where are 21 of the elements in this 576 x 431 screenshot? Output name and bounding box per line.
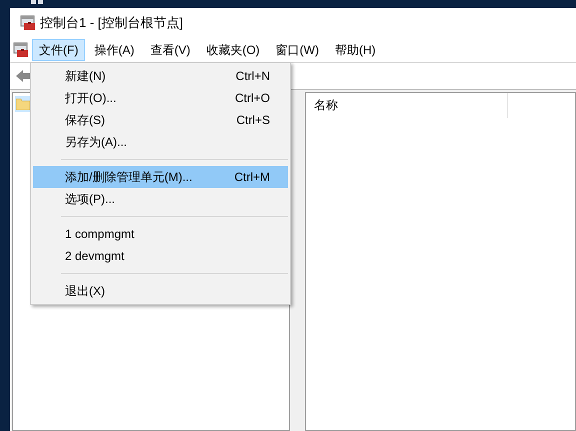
menu-item[interactable]: 另存为(A)... [33, 131, 288, 153]
menu-item[interactable]: 选项(P)... [33, 188, 288, 210]
column-header[interactable]: 名称 [306, 93, 508, 118]
menu-item[interactable]: 添加/删除管理单元(M)... Ctrl+M [33, 166, 288, 188]
back-arrow-icon[interactable] [15, 69, 31, 83]
menu-bar-item[interactable]: 帮助(H) [328, 39, 383, 61]
menu-item[interactable]: 1 compmgmt [33, 223, 288, 245]
menu-bar-item[interactable]: 查看(V) [143, 39, 198, 61]
toolbox-icon [20, 15, 36, 31]
window-title: 控制台1 - [控制台根节点] [40, 14, 184, 32]
menu-bar-item[interactable]: 窗口(W) [268, 39, 326, 61]
menu-item[interactable]: 新建(N) Ctrl+N [33, 65, 288, 87]
toolbox-icon[interactable] [13, 42, 29, 58]
menu-item[interactable]: 退出(X) [33, 280, 288, 302]
menu-item[interactable]: 打开(O)... Ctrl+O [33, 87, 288, 109]
menu-bar-item[interactable]: 操作(A) [87, 39, 142, 61]
desktop-icon[interactable] [30, 0, 44, 5]
menu-item[interactable]: 2 devmgmt [33, 245, 288, 267]
menu-item[interactable]: 保存(S) Ctrl+S [33, 109, 288, 131]
menu-bar-item[interactable]: 文件(F) [32, 39, 86, 61]
menu-bar-item[interactable]: 收藏夹(O) [199, 39, 267, 61]
